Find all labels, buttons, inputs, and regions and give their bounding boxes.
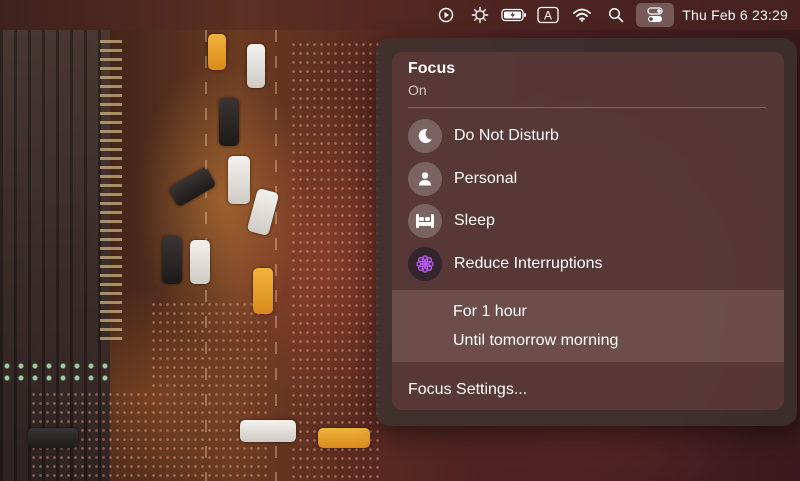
focus-title: Focus: [408, 60, 456, 77]
input-source-icon[interactable]: A: [534, 3, 562, 27]
focus-mode-label: Sleep: [454, 212, 495, 229]
focus-mode-reduce-interruptions[interactable]: Reduce Interruptions: [408, 246, 768, 282]
menu-bar: A Thu Feb 6 23:29: [0, 0, 800, 30]
menu-bar-clock[interactable]: Thu Feb 6 23:29: [682, 7, 788, 23]
play-circle-icon[interactable]: [432, 3, 460, 27]
focus-mode-label: Do Not Disturb: [454, 127, 559, 144]
duration-option-1-hour[interactable]: For 1 hour: [453, 303, 527, 321]
divider: [408, 107, 766, 108]
focus-mode-do-not-disturb[interactable]: Do Not Disturb: [408, 118, 768, 154]
wallpaper-crowd: [290, 40, 380, 480]
battery-icon[interactable]: [500, 3, 528, 27]
focus-status: On: [408, 82, 427, 98]
focus-mode-label: Reduce Interruptions: [454, 255, 603, 272]
control-center-icon[interactable]: [636, 3, 675, 27]
focus-mode-label: Personal: [454, 170, 518, 187]
flower-icon: [408, 247, 442, 281]
person-icon: [408, 162, 442, 196]
focus-settings-button[interactable]: Focus Settings...: [408, 381, 527, 399]
moon-icon: [408, 119, 442, 153]
wallpaper-lights: [0, 360, 110, 384]
wallpaper-neon-sign: [100, 40, 122, 340]
wifi-icon[interactable]: [568, 3, 596, 27]
focus-header: Focus On: [408, 60, 455, 98]
focus-mode-sleep[interactable]: Sleep: [408, 203, 768, 239]
bed-icon: [408, 204, 442, 238]
focus-mode-personal[interactable]: Personal: [408, 161, 768, 197]
svg-text:A: A: [544, 9, 552, 23]
gear-sun-icon[interactable]: [466, 3, 494, 27]
search-icon[interactable]: [602, 3, 630, 27]
duration-option-tomorrow-morning[interactable]: Until tomorrow morning: [453, 332, 618, 350]
focus-panel: Focus On Do Not Disturb Personal Sleep R…: [392, 52, 784, 410]
focus-duration-submenu: For 1 hour Until tomorrow morning: [392, 290, 784, 362]
wallpaper-car: [208, 34, 226, 70]
